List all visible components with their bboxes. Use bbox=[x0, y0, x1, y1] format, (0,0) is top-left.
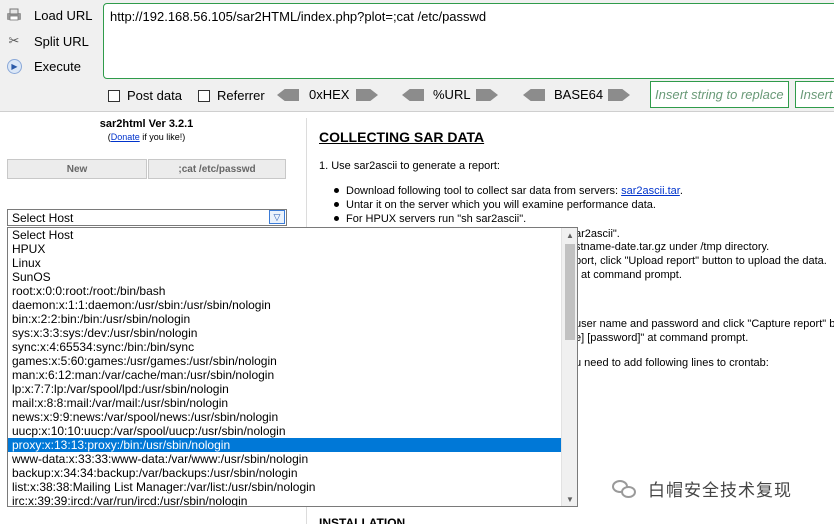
period-text: . bbox=[679, 185, 683, 197]
url-textarea[interactable]: http://192.168.56.105/sar2HTML/index.php… bbox=[103, 3, 834, 79]
content-fragment: port, click "Upload report" button to up… bbox=[575, 255, 827, 267]
content-fragment: stname-date.tar.gz under /tmp directory. bbox=[575, 241, 770, 253]
host-option[interactable]: backup:x:34:34:backup:/var/backups:/usr/… bbox=[8, 466, 561, 480]
donate-text: if you like!) bbox=[139, 132, 186, 142]
host-option[interactable]: Select Host bbox=[8, 228, 561, 242]
insert-string-field[interactable]: Insert string to replace bbox=[650, 81, 789, 108]
url-decode-arrow-icon[interactable] bbox=[402, 89, 424, 101]
scroll-up-icon[interactable]: ▲ bbox=[562, 228, 577, 242]
host-option[interactable]: news:x:9:9:news:/var/spool/news:/usr/sbi… bbox=[8, 410, 561, 424]
play-icon: ▶ bbox=[7, 58, 22, 74]
host-option[interactable]: sync:x:4:65534:sync:/bin:/bin/sync bbox=[8, 340, 561, 354]
host-option[interactable]: mail:x:8:8:mail:/var/mail:/usr/sbin/nolo… bbox=[8, 396, 561, 410]
host-option[interactable]: lp:x:7:7:lp:/var/spool/lpd:/usr/sbin/nol… bbox=[8, 382, 561, 396]
referrer-option[interactable]: Referrer bbox=[198, 88, 265, 103]
host-option[interactable]: games:x:5:60:games:/usr/games:/usr/sbin/… bbox=[8, 354, 561, 368]
installation-heading: INSTALLATION bbox=[319, 516, 406, 524]
hackbar-toolbar: Load URL ✂ Split URL ▶ Execute http://19… bbox=[0, 0, 834, 112]
host-select-value: Select Host bbox=[12, 211, 74, 225]
host-option[interactable]: root:x:0:0:root:/root:/bin/bash bbox=[8, 284, 561, 298]
load-url-button[interactable]: Load URL bbox=[4, 4, 96, 26]
referrer-label: Referrer bbox=[217, 88, 265, 103]
host-option[interactable]: bin:x:2:2:bin:/bin:/usr/sbin/nologin bbox=[8, 312, 561, 326]
donate-line: (Donate if you like!) bbox=[0, 132, 293, 142]
hex-encode-arrow-icon[interactable] bbox=[356, 89, 378, 101]
host-select[interactable]: Select Host ▽ bbox=[7, 209, 287, 226]
sar2ascii-link[interactable]: sar2ascii.tar bbox=[621, 185, 680, 197]
url-encoding-label: %URL bbox=[433, 87, 471, 102]
chevron-down-icon[interactable]: ▽ bbox=[269, 210, 285, 224]
content-fragment: e] [password]" at command prompt. bbox=[575, 332, 749, 344]
referrer-checkbox[interactable] bbox=[198, 89, 210, 102]
content-fragment: user name and password and click "Captur… bbox=[575, 318, 834, 330]
base64-encode-arrow-icon[interactable] bbox=[608, 89, 630, 101]
donate-link[interactable]: Donate bbox=[111, 132, 140, 142]
split-url-button[interactable]: ✂ Split URL bbox=[4, 30, 96, 52]
post-data-label: Post data bbox=[127, 88, 182, 103]
load-url-icon bbox=[4, 6, 24, 24]
section-title: COLLECTING SAR DATA bbox=[319, 129, 485, 145]
host-option[interactable]: man:x:6:12:man:/var/cache/man:/usr/sbin/… bbox=[8, 368, 561, 382]
new-button[interactable]: New bbox=[7, 159, 147, 179]
base64-label: BASE64 bbox=[554, 87, 604, 102]
host-options: Select Host HPUX Linux SunOS root:x:0:0:root… bbox=[8, 228, 577, 506]
hex-decode-arrow-icon[interactable] bbox=[277, 89, 299, 101]
content-fragment: ar2ascii". bbox=[575, 228, 620, 240]
host-option[interactable]: sys:x:3:3:sys:/dev:/usr/sbin/nologin bbox=[8, 326, 561, 340]
app-title: sar2html Ver 3.2.1 bbox=[99, 118, 194, 130]
watermark-text: 白帽安全技术复现 bbox=[648, 481, 792, 501]
content-fragment: u need to add following lines to crontab… bbox=[575, 357, 769, 369]
load-url-label: Load URL bbox=[34, 7, 93, 23]
execute-button[interactable]: ▶ Execute bbox=[4, 55, 96, 77]
execute-label: Execute bbox=[34, 58, 81, 74]
list-item: Download following tool to collect sar d… bbox=[334, 185, 683, 197]
watermark: 白帽安全技术复现 bbox=[612, 476, 792, 501]
url-encode-arrow-icon[interactable] bbox=[476, 89, 498, 101]
host-option[interactable]: Linux bbox=[8, 256, 561, 270]
hex-label: 0xHEX bbox=[309, 87, 350, 102]
list-item: For HPUX servers run "sh sar2ascii". bbox=[333, 213, 527, 225]
base64-decode-arrow-icon[interactable] bbox=[523, 89, 545, 101]
dropdown-scrollbar[interactable]: ▲ ▼ bbox=[561, 228, 577, 506]
step-1-text: 1. Use sar2ascii to generate a report: bbox=[319, 160, 500, 172]
command-button[interactable]: ;cat /etc/passwd bbox=[148, 159, 286, 179]
scrollbar-thumb[interactable] bbox=[565, 244, 575, 340]
host-option[interactable]: HPUX bbox=[8, 242, 561, 256]
post-data-checkbox[interactable] bbox=[108, 89, 120, 102]
download-text: Download following tool to collect sar d… bbox=[346, 185, 622, 197]
host-option[interactable]: uucp:x:10:10:uucp:/var/spool/uucp:/usr/s… bbox=[8, 424, 561, 438]
wechat-icon bbox=[612, 478, 638, 500]
list-item: Untar it on the server which you will ex… bbox=[334, 199, 656, 211]
host-option[interactable]: daemon:x:1:1:daemon:/usr/sbin:/usr/sbin/… bbox=[8, 298, 561, 312]
scissors-icon: ✂ bbox=[8, 33, 20, 48]
host-dropdown-list[interactable]: Select Host HPUX Linux SunOS root:x:0:0:root… bbox=[7, 227, 578, 507]
post-data-option[interactable]: Post data bbox=[108, 88, 182, 103]
host-option[interactable]: proxy:x:13:13:proxy:/bin:/usr/sbin/nolog… bbox=[8, 438, 561, 452]
scroll-down-icon[interactable]: ▼ bbox=[562, 492, 577, 506]
split-url-label: Split URL bbox=[34, 33, 89, 49]
content-fragment: at command prompt. bbox=[581, 269, 682, 281]
replacement-string-field[interactable]: Insert string to replace bbox=[795, 81, 834, 108]
host-option[interactable]: list:x:38:38:Mailing List Manager:/var/l… bbox=[8, 480, 561, 494]
host-option[interactable]: SunOS bbox=[8, 270, 561, 284]
host-option[interactable]: www-data:x:33:33:www-data:/var/www:/usr/… bbox=[8, 452, 561, 466]
host-option[interactable]: irc:x:39:39:ircd:/var/run/ircd:/usr/sbin… bbox=[8, 494, 561, 506]
